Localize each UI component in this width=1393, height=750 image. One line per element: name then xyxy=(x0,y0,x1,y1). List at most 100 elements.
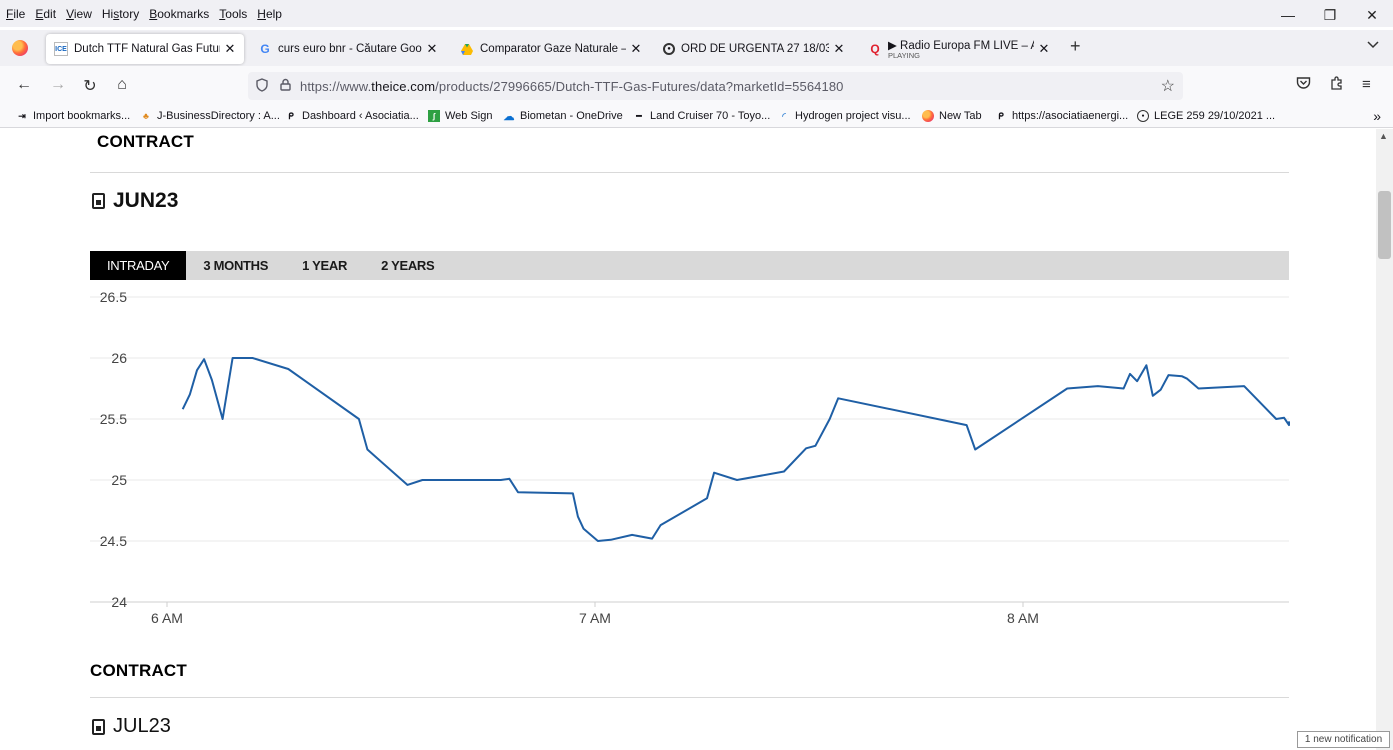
scrollbar-thumb[interactable] xyxy=(1378,191,1391,259)
contract-title[interactable]: JUL23 xyxy=(92,715,171,738)
close-icon[interactable]: ✕ xyxy=(424,41,440,57)
bookmark-label: https://asociatiaenergi... xyxy=(1012,110,1129,122)
bookmark-item[interactable]: ᑭ https://asociatiaenergi... xyxy=(995,110,1128,122)
tab-curs-euro[interactable]: G curs euro bnr - Căutare Google ✕ xyxy=(250,34,446,64)
tab-2-years[interactable]: 2 YEARS xyxy=(364,251,451,280)
range-tabs: INTRADAY 3 MONTHS 1 YEAR 2 YEARS xyxy=(90,251,1289,280)
bookmark-item[interactable]: ☁ Biometan - OneDrive xyxy=(503,110,623,123)
menu-icon[interactable]: ≡ xyxy=(1362,76,1371,93)
close-window-button[interactable]: ✕ xyxy=(1351,0,1393,30)
firefox-icon[interactable] xyxy=(12,40,28,56)
menu-item[interactable]: Help xyxy=(253,7,286,21)
menu-item[interactable]: View xyxy=(62,7,96,21)
google-icon: G xyxy=(260,42,270,56)
bookmark-label: J-BusinessDirectory : A... xyxy=(157,110,280,122)
bookmark-label: Biometan - OneDrive xyxy=(520,110,623,122)
tab-title: curs euro bnr - Căutare Google xyxy=(278,43,422,55)
y-tick-label: 26.5 xyxy=(100,289,127,305)
bookmark-label: Web Sign xyxy=(445,110,493,122)
tab-title: Comparator Gaze Naturale – an xyxy=(480,43,626,55)
restore-button[interactable]: ❐ xyxy=(1309,0,1351,30)
back-icon[interactable]: ← xyxy=(14,76,34,94)
contract-heading: CONTRACT xyxy=(90,661,187,680)
tab-strip: ICE Dutch TTF Natural Gas Futures | ✕ G … xyxy=(0,30,1393,66)
tab-title: Dutch TTF Natural Gas Futures | xyxy=(74,43,220,55)
menu-item[interactable]: File xyxy=(2,7,29,21)
chart-grid xyxy=(90,296,1289,603)
import-icon: ⇥ xyxy=(18,110,26,121)
tab-3-months[interactable]: 3 MONTHS xyxy=(186,251,285,280)
bookmark-item[interactable]: ◜ Hydrogen project visu... xyxy=(778,110,910,122)
menu-item-text: elp xyxy=(265,6,282,21)
tab-intraday[interactable]: INTRADAY xyxy=(90,251,187,280)
close-icon[interactable]: ✕ xyxy=(831,41,847,57)
contract-title[interactable]: JUN23 xyxy=(92,189,178,213)
contract-name-label: JUN23 xyxy=(113,189,179,212)
notification-badge[interactable]: 1 new notification xyxy=(1297,731,1390,748)
x-tick-label: 6 AM xyxy=(151,610,183,626)
menu-item[interactable]: Bookmarks xyxy=(145,7,213,21)
url-domain: theice.com xyxy=(371,78,436,94)
firefox-icon xyxy=(922,110,934,122)
bookmarks-bar: ⇥ Import bookmarks... ♣ J-BusinessDirector… xyxy=(0,106,1393,128)
radio-icon: Q xyxy=(870,42,880,56)
tab-radio-europa[interactable]: Q ▶ Radio Europa FM LIVE – Asc PLAYING ✕ xyxy=(860,34,1058,64)
y-tick-label: 24 xyxy=(111,594,127,610)
home-icon[interactable]: ⌂ xyxy=(112,76,132,94)
url-bar[interactable]: https://www.theice.com/products/27996665… xyxy=(248,72,1183,100)
menu-bar: File Edit View History Bookmarks Tools Help xyxy=(0,0,1393,27)
bookmarks-more-button[interactable]: » xyxy=(1373,108,1381,124)
shield-icon[interactable] xyxy=(254,77,270,95)
menu-item[interactable]: Tools xyxy=(215,7,251,21)
bookmark-item[interactable]: ᑭ Dashboard ‹ Asociatia... xyxy=(285,110,419,122)
menu-item-text: iew xyxy=(73,6,92,21)
bookmark-item[interactable]: ⇥ Import bookmarks... xyxy=(16,110,130,122)
close-icon[interactable]: ✕ xyxy=(222,41,238,57)
reload-icon[interactable]: ↻ xyxy=(80,76,100,96)
url-prefix: https://www. xyxy=(300,78,372,94)
new-tab-button[interactable]: + xyxy=(1070,36,1081,57)
close-icon[interactable]: ✕ xyxy=(628,41,644,57)
tab-playing-label: PLAYING xyxy=(888,51,920,60)
menu-item-text: tory xyxy=(119,6,140,21)
menu-item[interactable]: History xyxy=(98,7,143,21)
bookmark-star-icon[interactable]: ☆ xyxy=(1161,76,1175,96)
extensions-icon[interactable] xyxy=(1329,76,1344,95)
lock-icon[interactable] xyxy=(278,78,292,94)
divider xyxy=(90,697,1289,698)
bookmark-item[interactable]: ♣ J-BusinessDirectory : A... xyxy=(140,110,280,122)
price-line xyxy=(181,357,1290,542)
price-chart: 24 24.5 25 25.5 26 26.5 6 AM 7 AM 8 AM xyxy=(90,289,1290,626)
menu-item-text: ile xyxy=(13,6,26,21)
tab-list-icon[interactable] xyxy=(1367,38,1379,52)
bookmark-item[interactable]: New Tab xyxy=(922,110,982,122)
y-tick-label: 26 xyxy=(111,350,127,366)
bookmark-label: New Tab xyxy=(939,110,982,122)
tab-ord-urgenta[interactable]: ● ORD DE URGENTA 27 18/03/20 ✕ xyxy=(655,34,853,64)
divider xyxy=(90,172,1289,173)
pocket-icon[interactable] xyxy=(1296,76,1311,94)
pin-icon: ᑭ xyxy=(288,110,294,121)
minimize-button[interactable]: — xyxy=(1267,0,1309,30)
close-icon[interactable]: ✕ xyxy=(1036,41,1052,57)
tab-comparator[interactable]: Comparator Gaze Naturale – an ✕ xyxy=(452,34,650,64)
menu-item-accelerator: V xyxy=(66,6,74,21)
contract-heading: CONTRACT xyxy=(97,132,194,151)
directory-icon: ♣ xyxy=(143,111,149,121)
page-scrollbar[interactable]: ▲ xyxy=(1376,129,1393,750)
bookmark-item[interactable]: ━ Land Cruiser 70 - Toyo... xyxy=(633,110,770,122)
chart-icon: ◜ xyxy=(782,110,786,121)
url-path: /products/27996665/Dutch-TTF-Gas-Futures… xyxy=(435,78,844,94)
tab-1-year[interactable]: 1 YEAR xyxy=(285,251,364,280)
bookmark-item[interactable]: ʃ Web Sign xyxy=(428,110,493,122)
tab-dutch-ttf[interactable]: ICE Dutch TTF Natural Gas Futures | ✕ xyxy=(46,34,244,64)
url-text[interactable]: https://www.theice.com/products/27996665… xyxy=(300,79,844,94)
scroll-up-icon[interactable]: ▲ xyxy=(1379,131,1388,141)
y-tick-label: 25.5 xyxy=(100,411,127,427)
bookmark-item[interactable]: ● LEGE 259 29/10/2021 ... xyxy=(1137,110,1275,122)
gov-seal-icon: ● xyxy=(663,43,675,55)
menu-item-accelerator: H xyxy=(257,6,266,21)
forward-icon[interactable]: → xyxy=(48,76,68,94)
menu-item[interactable]: Edit xyxy=(31,7,60,21)
y-tick-label: 24.5 xyxy=(100,533,127,549)
